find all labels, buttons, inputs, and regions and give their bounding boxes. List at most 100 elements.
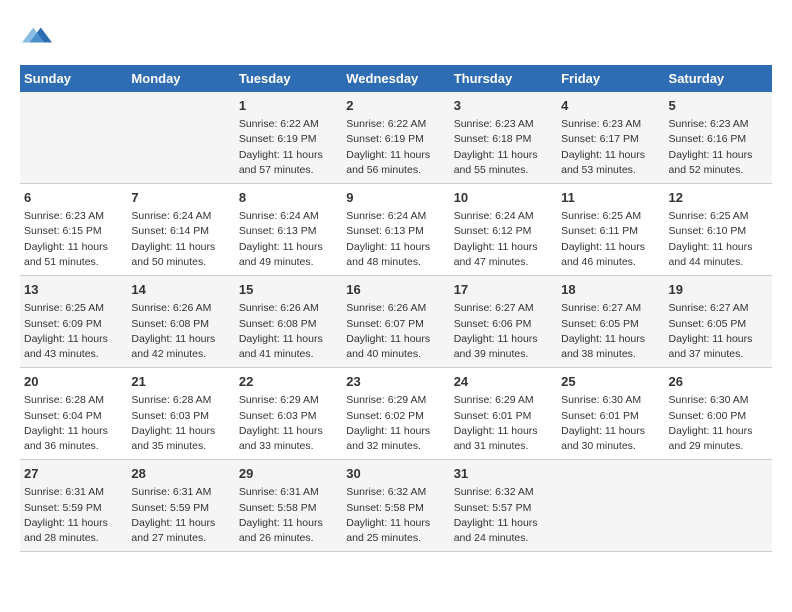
day-info: Sunrise: 6:29 AMSunset: 6:02 PMDaylight:… xyxy=(346,393,445,454)
day-number: 3 xyxy=(454,97,553,115)
day-info: Sunrise: 6:29 AMSunset: 6:01 PMDaylight:… xyxy=(454,393,553,454)
day-number: 13 xyxy=(24,281,123,299)
day-number: 29 xyxy=(239,465,338,483)
calendar-cell: 8 Sunrise: 6:24 AMSunset: 6:13 PMDaylight… xyxy=(235,184,342,276)
column-header-friday: Friday xyxy=(557,65,664,92)
calendar-cell: 23 Sunrise: 6:29 AMSunset: 6:02 PMDayligh… xyxy=(342,368,449,460)
calendar-cell: 11 Sunrise: 6:25 AMSunset: 6:11 PMDayligh… xyxy=(557,184,664,276)
calendar-cell: 12 Sunrise: 6:25 AMSunset: 6:10 PMDayligh… xyxy=(665,184,772,276)
day-number: 25 xyxy=(561,373,660,391)
day-info: Sunrise: 6:23 AMSunset: 6:16 PMDaylight:… xyxy=(669,117,768,178)
day-number: 2 xyxy=(346,97,445,115)
day-info: Sunrise: 6:24 AMSunset: 6:12 PMDaylight:… xyxy=(454,209,553,270)
day-info: Sunrise: 6:31 AMSunset: 5:59 PMDaylight:… xyxy=(131,485,230,546)
day-info: Sunrise: 6:32 AMSunset: 5:58 PMDaylight:… xyxy=(346,485,445,546)
calendar-cell: 15 Sunrise: 6:26 AMSunset: 6:08 PMDayligh… xyxy=(235,276,342,368)
day-info: Sunrise: 6:32 AMSunset: 5:57 PMDaylight:… xyxy=(454,485,553,546)
day-number: 11 xyxy=(561,189,660,207)
calendar-cell: 24 Sunrise: 6:29 AMSunset: 6:01 PMDayligh… xyxy=(450,368,557,460)
calendar-cell xyxy=(127,92,234,184)
column-header-saturday: Saturday xyxy=(665,65,772,92)
calendar-cell: 1 Sunrise: 6:22 AMSunset: 6:19 PMDaylight… xyxy=(235,92,342,184)
day-number: 6 xyxy=(24,189,123,207)
day-number: 14 xyxy=(131,281,230,299)
day-info: Sunrise: 6:30 AMSunset: 6:00 PMDaylight:… xyxy=(669,393,768,454)
day-info: Sunrise: 6:23 AMSunset: 6:17 PMDaylight:… xyxy=(561,117,660,178)
calendar-cell: 5Sunrise: 6:23 AMSunset: 6:16 PMDaylight… xyxy=(665,92,772,184)
day-info: Sunrise: 6:23 AMSunset: 6:15 PMDaylight:… xyxy=(24,209,123,270)
day-number: 26 xyxy=(669,373,768,391)
day-number: 12 xyxy=(669,189,768,207)
calendar-cell: 10 Sunrise: 6:24 AMSunset: 6:12 PMDayligh… xyxy=(450,184,557,276)
calendar-cell: 31 Sunrise: 6:32 AMSunset: 5:57 PMDayligh… xyxy=(450,460,557,552)
day-info: Sunrise: 6:27 AMSunset: 6:05 PMDaylight:… xyxy=(669,301,768,362)
column-header-wednesday: Wednesday xyxy=(342,65,449,92)
calendar-cell: 7 Sunrise: 6:24 AMSunset: 6:14 PMDaylight… xyxy=(127,184,234,276)
calendar-cell: 3 Sunrise: 6:23 AMSunset: 6:18 PMDaylight… xyxy=(450,92,557,184)
calendar-table: SundayMondayTuesdayWednesdayThursdayFrid… xyxy=(20,65,772,552)
day-number: 27 xyxy=(24,465,123,483)
day-info: Sunrise: 6:31 AMSunset: 5:58 PMDaylight:… xyxy=(239,485,338,546)
day-number: 23 xyxy=(346,373,445,391)
day-info: Sunrise: 6:26 AMSunset: 6:07 PMDaylight:… xyxy=(346,301,445,362)
day-number: 7 xyxy=(131,189,230,207)
day-info: Sunrise: 6:25 AMSunset: 6:10 PMDaylight:… xyxy=(669,209,768,270)
day-number: 1 xyxy=(239,97,338,115)
calendar-cell: 29 Sunrise: 6:31 AMSunset: 5:58 PMDayligh… xyxy=(235,460,342,552)
calendar-cell: 14 Sunrise: 6:26 AMSunset: 6:08 PMDayligh… xyxy=(127,276,234,368)
day-info: Sunrise: 6:26 AMSunset: 6:08 PMDaylight:… xyxy=(131,301,230,362)
day-number: 21 xyxy=(131,373,230,391)
day-info: Sunrise: 6:29 AMSunset: 6:03 PMDaylight:… xyxy=(239,393,338,454)
column-header-thursday: Thursday xyxy=(450,65,557,92)
day-info: Sunrise: 6:28 AMSunset: 6:04 PMDaylight:… xyxy=(24,393,123,454)
calendar-cell: 19 Sunrise: 6:27 AMSunset: 6:05 PMDayligh… xyxy=(665,276,772,368)
calendar-cell xyxy=(665,460,772,552)
day-info: Sunrise: 6:22 AMSunset: 6:19 PMDaylight:… xyxy=(239,117,338,178)
calendar-cell: 20 Sunrise: 6:28 AMSunset: 6:04 PMDayligh… xyxy=(20,368,127,460)
calendar-cell xyxy=(20,92,127,184)
day-number: 22 xyxy=(239,373,338,391)
day-number: 31 xyxy=(454,465,553,483)
calendar-cell: 9Sunrise: 6:24 AMSunset: 6:13 PMDaylight… xyxy=(342,184,449,276)
day-number: 10 xyxy=(454,189,553,207)
calendar-cell: 27 Sunrise: 6:31 AMSunset: 5:59 PMDayligh… xyxy=(20,460,127,552)
calendar-cell: 25 Sunrise: 6:30 AMSunset: 6:01 PMDayligh… xyxy=(557,368,664,460)
day-number: 16 xyxy=(346,281,445,299)
day-info: Sunrise: 6:27 AMSunset: 6:05 PMDaylight:… xyxy=(561,301,660,362)
calendar-cell: 17 Sunrise: 6:27 AMSunset: 6:06 PMDayligh… xyxy=(450,276,557,368)
day-number: 19 xyxy=(669,281,768,299)
day-info: Sunrise: 6:22 AMSunset: 6:19 PMDaylight:… xyxy=(346,117,445,178)
day-info: Sunrise: 6:31 AMSunset: 5:59 PMDaylight:… xyxy=(24,485,123,546)
calendar-cell: 21Sunrise: 6:28 AMSunset: 6:03 PMDayligh… xyxy=(127,368,234,460)
calendar-cell: 22 Sunrise: 6:29 AMSunset: 6:03 PMDayligh… xyxy=(235,368,342,460)
day-number: 24 xyxy=(454,373,553,391)
day-number: 18 xyxy=(561,281,660,299)
week-row-2: 6 Sunrise: 6:23 AMSunset: 6:15 PMDaylight… xyxy=(20,184,772,276)
column-header-tuesday: Tuesday xyxy=(235,65,342,92)
page-header xyxy=(20,20,772,55)
day-info: Sunrise: 6:24 AMSunset: 6:14 PMDaylight:… xyxy=(131,209,230,270)
day-number: 15 xyxy=(239,281,338,299)
calendar-cell: 16 Sunrise: 6:26 AMSunset: 6:07 PMDayligh… xyxy=(342,276,449,368)
calendar-cell: 13 Sunrise: 6:25 AMSunset: 6:09 PMDayligh… xyxy=(20,276,127,368)
day-number: 20 xyxy=(24,373,123,391)
day-info: Sunrise: 6:25 AMSunset: 6:11 PMDaylight:… xyxy=(561,209,660,270)
week-row-4: 20 Sunrise: 6:28 AMSunset: 6:04 PMDayligh… xyxy=(20,368,772,460)
day-info: Sunrise: 6:23 AMSunset: 6:18 PMDaylight:… xyxy=(454,117,553,178)
calendar-cell: 6 Sunrise: 6:23 AMSunset: 6:15 PMDaylight… xyxy=(20,184,127,276)
week-row-1: 1 Sunrise: 6:22 AMSunset: 6:19 PMDaylight… xyxy=(20,92,772,184)
calendar-cell: 18 Sunrise: 6:27 AMSunset: 6:05 PMDayligh… xyxy=(557,276,664,368)
day-info: Sunrise: 6:24 AMSunset: 6:13 PMDaylight:… xyxy=(239,209,338,270)
calendar-cell: 26 Sunrise: 6:30 AMSunset: 6:00 PMDayligh… xyxy=(665,368,772,460)
day-info: Sunrise: 6:26 AMSunset: 6:08 PMDaylight:… xyxy=(239,301,338,362)
day-info: Sunrise: 6:25 AMSunset: 6:09 PMDaylight:… xyxy=(24,301,123,362)
day-number: 17 xyxy=(454,281,553,299)
day-info: Sunrise: 6:30 AMSunset: 6:01 PMDaylight:… xyxy=(561,393,660,454)
day-info: Sunrise: 6:27 AMSunset: 6:06 PMDaylight:… xyxy=(454,301,553,362)
day-number: 8 xyxy=(239,189,338,207)
day-info: Sunrise: 6:24 AMSunset: 6:13 PMDaylight:… xyxy=(346,209,445,270)
day-number: 28 xyxy=(131,465,230,483)
calendar-cell: 2 Sunrise: 6:22 AMSunset: 6:19 PMDaylight… xyxy=(342,92,449,184)
day-number: 4 xyxy=(561,97,660,115)
column-header-sunday: Sunday xyxy=(20,65,127,92)
